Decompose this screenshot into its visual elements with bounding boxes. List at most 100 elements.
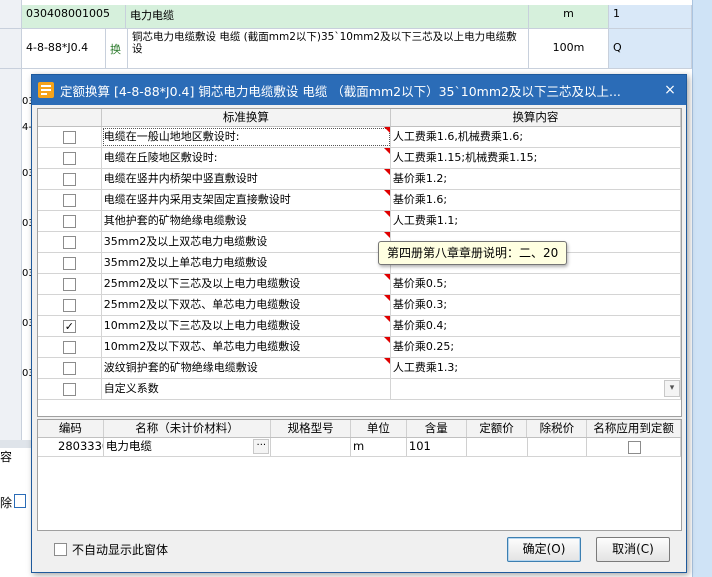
cancel-button[interactable]: 取消(C) [596,537,670,562]
checkbox-cell[interactable] [38,169,102,189]
material-spec[interactable] [271,438,352,456]
material-tax-price[interactable] [528,438,588,456]
row-checkbox[interactable] [62,130,76,144]
conversion-content: 基价乘1.2; [391,169,681,189]
conversion-name: 波纹铜护套的矿物绝缘电缆敷设 [102,358,391,378]
col-price: 定额价 [467,420,528,437]
apply-checkbox[interactable] [628,440,642,454]
table-row[interactable]: 4-8-88*J0.4 换 铜芯电力电缆敷设 电缆 (截面mm2以下)35`10… [0,29,712,69]
conversion-row[interactable]: 电缆在竖井内桥架中竖直敷设时 基价乘1.2; [38,169,681,190]
conversion-row[interactable]: 25mm2及以下三芯及以上电力电缆敷设 基价乘0.5; [38,274,681,295]
comment-marker [383,169,390,175]
no-auto-show-checkbox[interactable] [54,543,67,556]
checkbox-cell[interactable] [38,274,102,294]
comment-marker [383,232,390,238]
material-code[interactable]: 2803330 [38,438,104,456]
item-unit: m [529,5,609,28]
checkbox-cell[interactable]: ✓ [38,316,102,336]
conversion-name: 25mm2及以下三芯及以上电力电缆敷设 [102,274,391,294]
conversion-row[interactable]: 电缆在一般山地地区敷设时: 人工费乘1.6,机械费乘1.6; [38,127,681,148]
conversion-row[interactable]: 电缆在竖井内采用支架固定直接敷设时 基价乘1.6; [38,190,681,211]
checkbox-cell[interactable] [38,148,102,168]
conversion-row[interactable]: 35mm2及以上双芯电力电缆敷设 [38,232,681,253]
comment-marker [383,148,390,154]
row-checkbox[interactable] [62,361,76,375]
conversion-row[interactable]: 电缆在丘陵地区敷设时: 人工费乘1.15;机械费乘1.15; [38,148,681,169]
conversion-row[interactable]: 35mm2及以上单芯电力电缆敷设 [38,253,681,274]
conversion-name: 电缆在丘陵地区敷设时: [102,148,391,168]
material-qty[interactable]: 101 [407,438,467,456]
col-qty: 含量 [407,420,467,437]
col-unit: 单位 [351,420,407,437]
col-spec: 规格型号 [271,420,352,437]
app-icon [38,82,54,98]
checkbox-cell[interactable] [38,337,102,357]
conversion-rows: 电缆在一般山地地区敷设时: 人工费乘1.6,机械费乘1.6; 电缆在丘陵地区敷设时:… [38,127,681,400]
row-checkbox[interactable] [62,382,76,396]
browse-button[interactable]: ··· [253,439,270,454]
conversion-content: 基价乘0.4; [391,316,681,336]
row-checkbox[interactable] [62,235,76,249]
conversion-row[interactable]: 自定义系数 ▾ [38,379,681,400]
row-checkbox[interactable] [62,277,76,291]
material-price[interactable] [467,438,528,456]
conversion-table: 标准换算 换算内容 电缆在一般山地地区敷设时: 人工费乘1.6,机械费乘1.6; 电… [37,108,682,417]
conversion-row[interactable]: 25mm2及以下双芯、单芯电力电缆敷设 基价乘0.3; [38,295,681,316]
comment-marker [383,337,390,343]
comment-marker [383,316,390,322]
checkbox-cell[interactable] [38,190,102,210]
checkbox-cell[interactable] [38,127,102,147]
conversion-content: 基价乘0.25; [391,337,681,357]
no-auto-show-label: 不自动显示此窗体 [72,543,169,557]
conversion-content[interactable] [391,379,681,399]
row-checkbox[interactable] [62,193,76,207]
table-header: 标准换算 换算内容 [38,109,681,127]
material-unit[interactable]: m [351,438,407,456]
checkbox-cell[interactable] [38,358,102,378]
chevron-down-icon[interactable]: ▾ [664,380,680,397]
comment-marker [383,274,390,280]
apply-cell[interactable] [587,438,682,456]
close-button[interactable]: × [654,82,686,98]
row-checkbox[interactable] [62,172,76,186]
checkbox-cell[interactable] [38,253,102,273]
row-checkbox[interactable] [62,256,76,270]
checkbox-cell[interactable] [38,211,102,231]
ok-button[interactable]: 确定(O) [507,537,581,562]
material-row[interactable]: 2803330 电力电缆 ··· m 101 [38,438,682,457]
conversion-row[interactable]: ✓ 10mm2及以下三芯及以上电力电缆敷设 基价乘0.4; [38,316,681,337]
row-checkbox[interactable]: ✓ [62,319,76,333]
standard-column-header: 标准换算 [102,109,391,126]
conversion-row[interactable]: 10mm2及以下双芯、单芯电力电缆敷设 基价乘0.25; [38,337,681,358]
material-name-text: 电力电缆 [105,439,152,453]
row-checkbox[interactable] [62,340,76,354]
comment-marker [383,358,390,364]
row-checkbox[interactable] [62,214,76,228]
checkbox-cell[interactable] [38,295,102,315]
table-row[interactable]: 030408001005 电力电缆 m 1 [0,5,712,29]
material-header: 编码 名称（未计价材料） 规格型号 单位 含量 定额价 除税价 名称应用到定额 [38,420,681,438]
checkbox-cell[interactable] [38,379,102,399]
content-column-header: 换算内容 [391,109,681,126]
right-scroll-strip [692,0,712,577]
col-tax-price: 除税价 [527,420,588,437]
dialog-titlebar[interactable]: 定额换算 [4-8-88*J0.4] 铜芯电力电缆敷设 电缆 （截面mm2以下）… [32,75,686,105]
row-checkbox[interactable] [62,298,76,312]
row-checkbox[interactable] [62,151,76,165]
conversion-content: 人工费乘1.1; [391,211,681,231]
conversion-content: 基价乘0.3; [391,295,681,315]
comment-marker [383,211,390,217]
checkbox-cell[interactable] [38,232,102,252]
conversion-row[interactable]: 其他护套的矿物绝缘电缆敷设 人工费乘1.1; [38,211,681,232]
conversion-name: 10mm2及以下三芯及以上电力电缆敷设 [102,316,391,336]
converted-badge: 换 [106,29,128,68]
conversion-content: 基价乘1.6; [391,190,681,210]
conversion-content: 人工费乘1.6,机械费乘1.6; [391,127,681,147]
conversion-row[interactable]: 波纹铜护套的矿物绝缘电缆敷设 人工费乘1.3; [38,358,681,379]
material-name[interactable]: 电力电缆 ··· [104,438,272,456]
conversion-name: 电缆在竖井内采用支架固定直接敷设时 [102,190,391,210]
no-auto-show-option[interactable]: 不自动显示此窗体 [54,541,168,558]
document-icon[interactable] [14,494,26,508]
conversion-name: 10mm2及以下双芯、单芯电力电缆敷设 [102,337,391,357]
comment-marker [383,295,390,301]
